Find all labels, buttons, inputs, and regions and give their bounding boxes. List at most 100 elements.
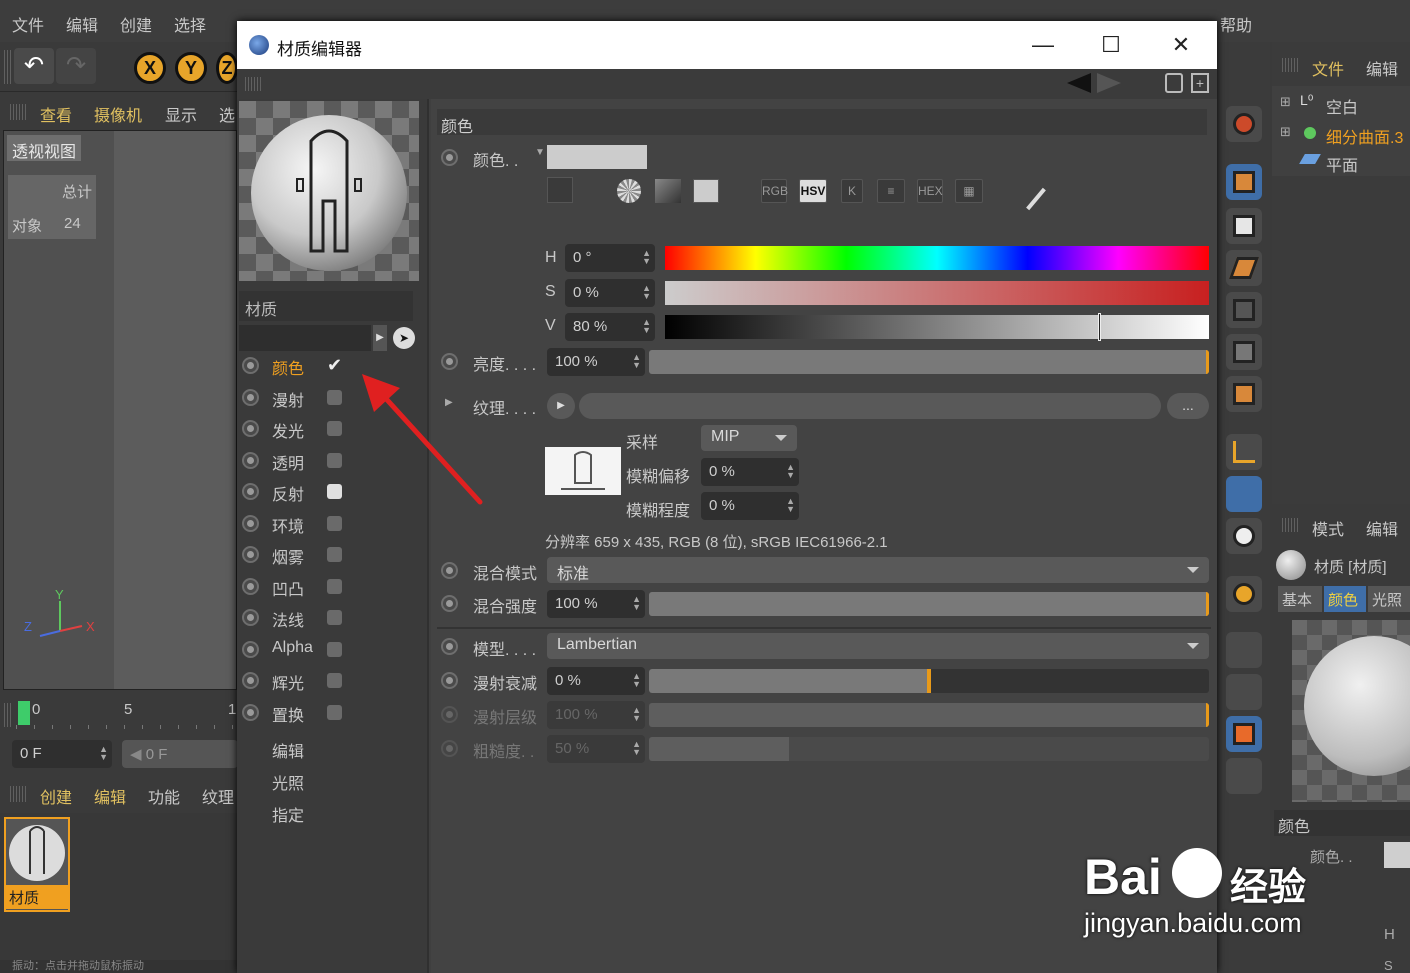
point-icon[interactable] — [1226, 376, 1262, 412]
model-dropdown[interactable]: Lambertian — [547, 633, 1209, 659]
download-icon[interactable] — [1226, 758, 1262, 794]
channel-checkbox[interactable] — [327, 673, 342, 688]
attr-menu-edit[interactable]: 编辑 — [1366, 516, 1398, 540]
menu-mat-create[interactable]: 创建 — [40, 784, 72, 808]
blend-mode-dropdown[interactable]: 标准 — [547, 557, 1209, 583]
timeline-playhead[interactable] — [18, 701, 30, 725]
material-thumbnail[interactable]: 材质 — [4, 817, 70, 912]
axis-icon[interactable] — [1226, 434, 1262, 470]
mode-swatches-icon[interactable]: ▦ — [955, 179, 983, 203]
channel-extra-assign[interactable]: 指定 — [272, 802, 304, 826]
maximize-button[interactable]: ☐ — [1091, 31, 1131, 59]
snap-icon[interactable] — [1226, 518, 1262, 554]
channel-checkbox[interactable] — [327, 610, 342, 625]
mode-mixer-icon[interactable]: ≡ — [877, 179, 905, 203]
menu-mat-function[interactable]: 功能 — [148, 784, 180, 808]
timeline[interactable]: 0 5 1 — [0, 695, 240, 735]
channel-row-11[interactable]: 置换 — [237, 698, 427, 726]
diffuse-falloff-field[interactable]: 0 % ▲ ▼ — [547, 667, 645, 695]
texture-menu-icon[interactable]: ▶ — [547, 393, 575, 419]
channel-animate-radio[interactable] — [242, 483, 259, 500]
model-radio[interactable] — [441, 638, 458, 655]
hue-slider[interactable] — [665, 246, 1209, 270]
axis-y-button[interactable]: Y — [175, 52, 207, 84]
diffuse-falloff-radio[interactable] — [441, 672, 458, 689]
channel-animate-radio[interactable] — [242, 546, 259, 563]
channel-checkbox[interactable] — [327, 547, 342, 562]
v-field[interactable]: 80 % ▲ ▼ — [565, 313, 655, 341]
blend-strength-radio[interactable] — [441, 595, 458, 612]
menu-display[interactable]: 显示 — [165, 102, 197, 126]
channel-checkbox[interactable] — [327, 389, 342, 405]
texture-thumbnail[interactable] — [545, 447, 621, 495]
obj-menu-edit[interactable]: 编辑 — [1366, 56, 1398, 80]
polygon-icon[interactable] — [1226, 292, 1262, 328]
channel-extra-light[interactable]: 光照 — [272, 770, 304, 794]
object-row[interactable]: ⊞ 细分曲面.3 — [1276, 120, 1410, 147]
roughness-bar[interactable] — [649, 737, 1209, 761]
expand-icon[interactable]: ⊞ — [1280, 124, 1291, 140]
image-picker-icon[interactable] — [693, 179, 719, 203]
menu-create[interactable]: 创建 — [120, 12, 152, 36]
mode-hsv-button[interactable]: HSV — [799, 179, 827, 203]
window-titlebar[interactable]: 材质编辑器 — ☐ ✕ — [237, 21, 1217, 69]
sampling-dropdown[interactable]: MIP — [701, 425, 797, 451]
menu-help[interactable]: 帮助 — [1220, 12, 1252, 36]
value-slider[interactable] — [665, 313, 1209, 341]
channel-animate-radio[interactable] — [242, 640, 259, 658]
menu-file[interactable]: 文件 — [12, 12, 44, 36]
frame-current-field[interactable]: ◀ 0 F — [122, 740, 238, 768]
blur-level-field[interactable]: 0 % ▲ ▼ — [701, 492, 799, 520]
material-name-field[interactable]: 材质 — [239, 291, 413, 321]
bar-tick[interactable] — [1206, 592, 1209, 616]
expand-icon[interactable]: ⊞ — [1280, 94, 1291, 110]
blend-strength-field[interactable]: 100 % ▲ ▼ — [547, 590, 645, 618]
attr-menu-mode[interactable]: 模式 — [1312, 516, 1344, 540]
menu-mat-texture[interactable]: 纹理 — [202, 784, 234, 808]
axis-z-button[interactable]: Z — [216, 52, 238, 84]
diffuse-level-bar[interactable] — [649, 703, 1209, 727]
bar-tick[interactable] — [1206, 350, 1209, 374]
blend-strength-bar[interactable] — [649, 592, 1209, 616]
menu-mat-edit[interactable]: 编辑 — [94, 784, 126, 808]
render-sphere-icon[interactable] — [1226, 106, 1262, 142]
saturation-slider[interactable] — [665, 281, 1209, 305]
channel-row-8[interactable]: 法线 — [237, 603, 427, 631]
channel-row-7[interactable]: 凹凸 — [237, 572, 427, 600]
undo-icon[interactable]: ↶ — [14, 48, 54, 84]
object-row[interactable]: 平面 — [1276, 148, 1410, 175]
bar-tick[interactable] — [927, 669, 931, 693]
roughness-radio[interactable] — [441, 740, 458, 757]
eyedropper-icon[interactable] — [1026, 187, 1046, 211]
magnet-icon[interactable] — [1226, 576, 1262, 612]
attr-color-swatch[interactable] — [1384, 842, 1410, 868]
channel-checkbox[interactable] — [327, 515, 342, 531]
mode-hex-button[interactable]: HEX — [917, 179, 943, 203]
object-row[interactable]: ⊞ L⁰ 空白 — [1276, 90, 1410, 117]
channel-row-6[interactable]: 烟雾 — [237, 540, 427, 568]
spectrum-icon[interactable] — [655, 179, 681, 203]
channel-animate-radio[interactable] — [242, 420, 259, 437]
forward-arrow-icon[interactable] — [1097, 73, 1121, 93]
lock-icon[interactable] — [1165, 73, 1183, 93]
material-search-field[interactable] — [239, 325, 371, 351]
menu-camera[interactable]: 摄像机 — [94, 102, 142, 126]
frame-start-field[interactable]: 0 F ▲ ▼ — [12, 740, 112, 768]
channel-checkbox[interactable] — [327, 484, 342, 499]
roughness-field[interactable]: 50 % ▲ ▼ — [547, 735, 645, 763]
lock-grid-icon[interactable] — [1226, 632, 1262, 668]
channel-animate-radio[interactable] — [242, 609, 259, 626]
bar-tick[interactable] — [1206, 703, 1209, 727]
material-preview[interactable] — [239, 101, 419, 281]
diffuse-falloff-bar[interactable] — [649, 669, 1209, 693]
expand-arrow-icon[interactable]: ▶ — [373, 325, 387, 351]
channel-row-9[interactable]: Alpha — [237, 635, 427, 663]
axis-x-button[interactable]: X — [134, 52, 166, 84]
color-dropdown-icon[interactable]: ▼ — [535, 147, 545, 158]
channel-checkbox[interactable] — [327, 421, 342, 436]
edge-icon[interactable] — [1226, 334, 1262, 370]
brightness-bar[interactable] — [649, 350, 1209, 374]
plane-icon[interactable] — [1226, 250, 1262, 286]
menu-edit[interactable]: 编辑 — [66, 12, 98, 36]
diffuse-level-field[interactable]: 100 % ▲ ▼ — [547, 701, 645, 729]
